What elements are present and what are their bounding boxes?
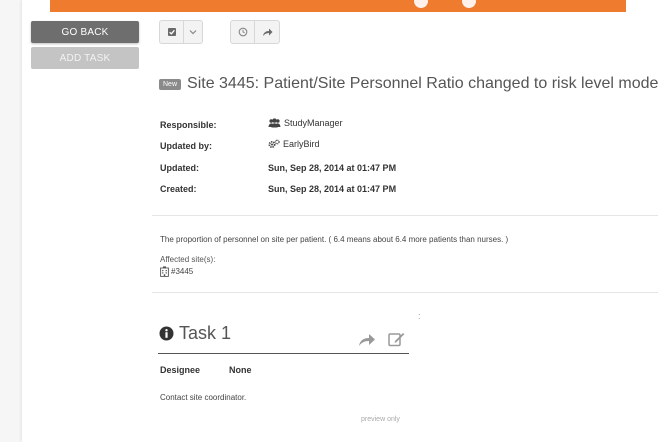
updated-label: Updated: — [160, 163, 199, 173]
go-back-button[interactable]: GO BACK — [31, 21, 139, 43]
section-divider — [152, 215, 658, 216]
add-task-button[interactable]: ADD TASK — [31, 47, 139, 69]
new-badge: New — [159, 78, 182, 90]
edit-icon — [388, 333, 405, 347]
updated-value: Sun, Sep 28, 2014 at 01:47 PM — [268, 163, 397, 173]
designee-label: Designee — [160, 365, 201, 375]
snooze-button[interactable] — [231, 21, 255, 43]
chevron-down-icon — [189, 30, 197, 35]
select-checkbox-button[interactable] — [160, 21, 184, 43]
subtask-title: Task 1 — [179, 323, 232, 343]
responsible-name: StudyManager — [284, 118, 343, 128]
subtask-forward-button[interactable] — [358, 332, 376, 352]
action-toolbar-group — [230, 20, 280, 44]
created-value: Sun, Sep 28, 2014 at 01:47 PM — [268, 184, 397, 194]
updated-by-value[interactable]: EarlyBird — [268, 139, 320, 149]
hospital-icon — [160, 266, 169, 277]
task-title: New Site 3445: Patient/Site Personnel Ra… — [159, 75, 658, 93]
banner-decoration — [462, 0, 476, 8]
share-icon — [262, 28, 272, 36]
select-toolbar-group — [159, 20, 203, 44]
affected-sites-label: Affected site(s): — [160, 255, 216, 264]
responsible-value[interactable]: StudyManager — [268, 118, 343, 128]
select-dropdown-button[interactable] — [184, 21, 202, 43]
checkbox-icon — [167, 28, 176, 36]
subtask-edit-button[interactable] — [388, 331, 405, 352]
subtask-actions — [358, 331, 405, 352]
designee-value: None — [229, 365, 252, 375]
section-divider — [152, 292, 658, 293]
affected-site-id: #3445 — [171, 267, 194, 276]
gears-icon — [268, 139, 280, 148]
task-description: The proportion of personnel on site per … — [160, 235, 509, 244]
share-icon — [359, 333, 375, 346]
separator-mark: : — [418, 311, 421, 321]
created-label: Created: — [160, 184, 197, 194]
task-title-text: Site 3445: Patient/Site Personnel Ratio … — [187, 75, 658, 92]
info-icon — [159, 326, 174, 341]
responsible-label: Responsible: — [160, 120, 217, 130]
subtask-heading: Task 1 — [159, 323, 231, 344]
subtask-divider — [158, 353, 409, 354]
updated-by-label: Updated by: — [160, 141, 213, 151]
banner-decoration — [414, 0, 428, 8]
group-icon — [268, 118, 281, 128]
subtask-note: Contact site coordinator. — [160, 393, 247, 402]
affected-site-link[interactable]: #3445 — [160, 266, 193, 277]
top-banner — [50, 0, 626, 12]
forward-button[interactable] — [255, 21, 279, 43]
preview-note: preview only — [361, 416, 400, 423]
updated-by-name: EarlyBird — [283, 139, 320, 149]
clock-icon — [238, 27, 247, 37]
